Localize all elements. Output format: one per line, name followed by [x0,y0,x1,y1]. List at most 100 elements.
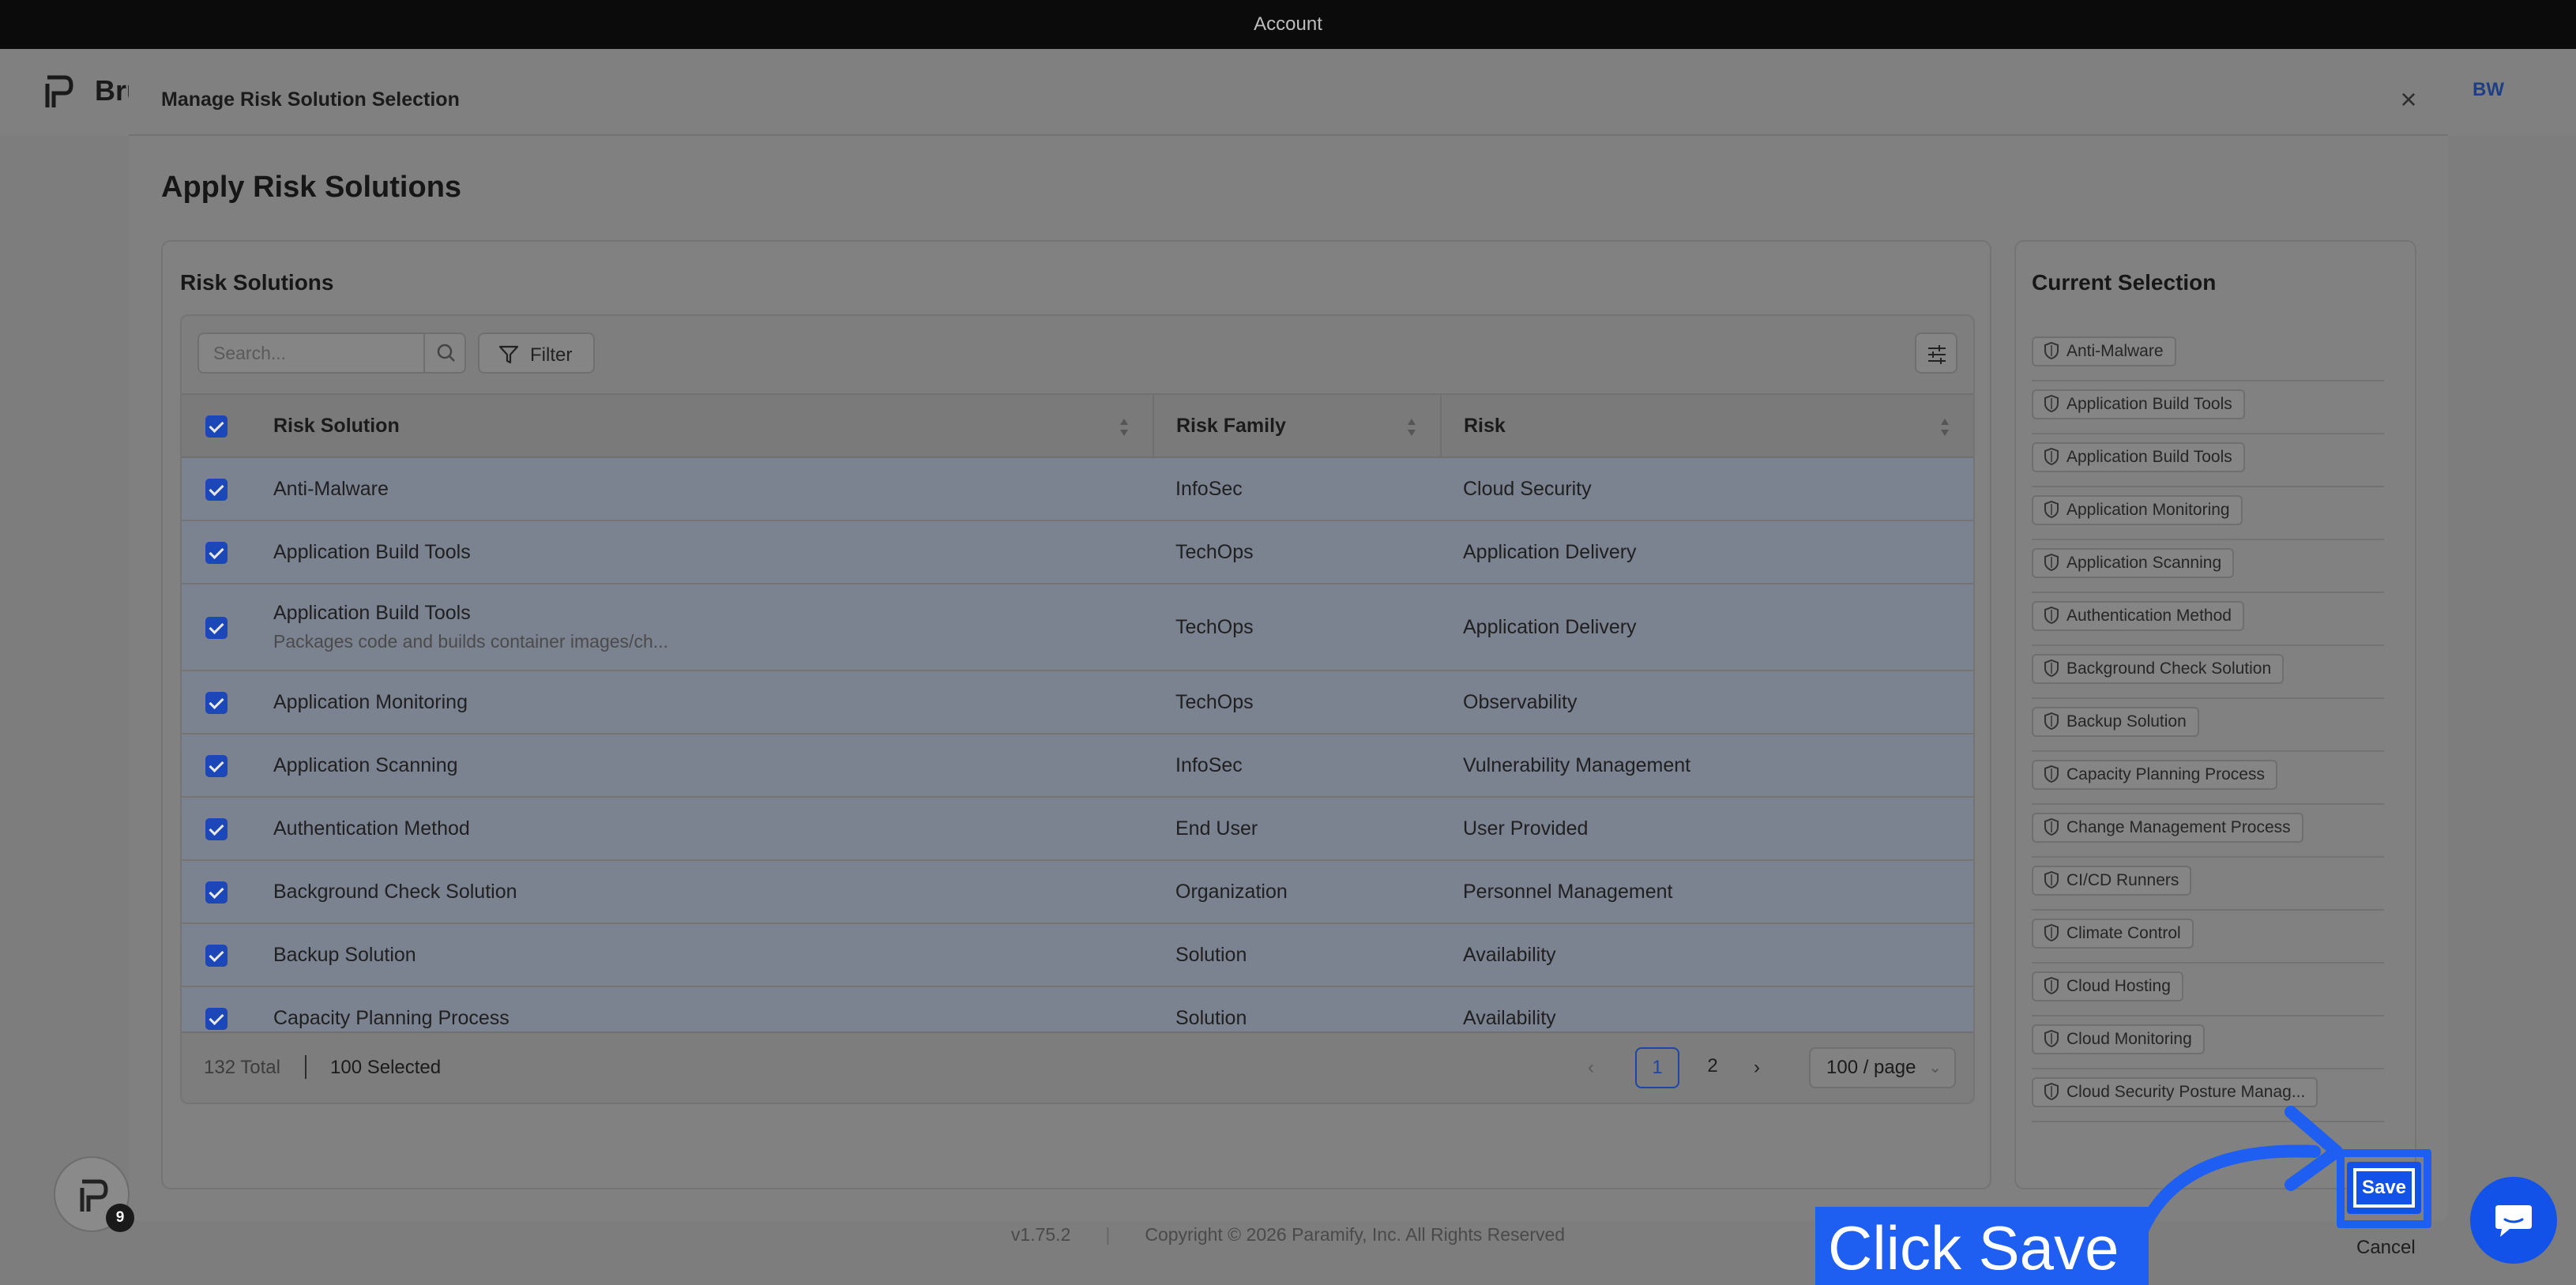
risk-cell: Cloud Security [1441,457,1973,521]
selection-tag-label: Application Build Tools [2066,448,2232,466]
filter-button[interactable]: Filter [478,333,595,374]
chevron-right-icon[interactable]: › [1754,1057,1760,1079]
selection-tag[interactable]: Application Scanning [2032,548,2235,578]
page-size-select[interactable]: 100 / page ⌄ [1809,1047,1956,1088]
selection-item: Application Scanning [2032,540,2384,593]
shield-icon [2044,394,2059,413]
row-checkbox[interactable] [205,881,228,904]
selected-count: 100 Selected [330,1057,442,1078]
selection-tag[interactable]: Background Check Solution [2032,654,2285,684]
selection-tag[interactable]: Application Build Tools [2032,389,2245,419]
table-row[interactable]: Application Build Tools Packages code and… [182,584,1973,671]
column-header-risk-solution[interactable]: Risk Solution [273,394,1153,457]
cancel-button[interactable]: Cancel [2356,1237,2416,1259]
shield-icon [2044,765,2059,783]
table-row[interactable]: Backup Solution Solution Availability [182,923,1973,987]
selection-item: Background Check Solution [2032,646,2384,699]
row-checkbox-cell [182,457,273,521]
selection-tag[interactable]: Capacity Planning Process [2032,760,2277,790]
page-2-button[interactable]: 2 [1690,1047,1735,1088]
table-row[interactable]: Authentication Method End User User Prov… [182,797,1973,861]
row-checkbox[interactable] [205,478,228,501]
selection-tag[interactable]: Cloud Hosting [2032,971,2183,1001]
selection-tag[interactable]: Climate Control [2032,919,2194,949]
row-checkbox[interactable] [205,541,228,564]
chevron-down-icon: ⌄ [1928,1059,1942,1076]
sort-icon[interactable] [1119,417,1129,438]
selection-tag[interactable]: Change Management Process [2032,813,2303,843]
selection-tag[interactable]: Anti-Malware [2032,336,2176,366]
row-checkbox[interactable] [205,754,228,777]
risk-solutions-title: Risk Solutions [180,270,334,295]
selection-tag-label: Anti-Malware [2066,342,2164,360]
paramify-logo-icon[interactable] [41,73,76,111]
select-all-cell [182,394,273,457]
shield-icon [2044,341,2059,360]
sort-icon[interactable] [1940,417,1950,438]
table-row[interactable]: Anti-Malware InfoSec Cloud Security [182,457,1973,521]
footer-divider [305,1055,306,1079]
selection-tag[interactable]: CI/CD Runners [2032,866,2192,896]
row-checkbox[interactable] [205,691,228,714]
close-icon[interactable]: × [2393,84,2424,115]
page-title: Apply Risk Solutions [161,171,462,204]
risk-family-cell: Solution [1153,923,1441,987]
search-button[interactable] [423,334,466,372]
chevron-left-icon[interactable]: ‹ [1588,1057,1594,1079]
shield-icon [2044,976,2059,995]
selection-tag[interactable]: Application Monitoring [2032,495,2243,525]
risk-family-cell: TechOps [1153,520,1441,584]
row-checkbox[interactable] [205,944,228,967]
page-1-button[interactable]: 1 [1635,1047,1679,1088]
search-input[interactable] [199,334,423,372]
app-version: v1.75.2 [1010,1224,1071,1245]
shield-icon [2044,1029,2059,1048]
select-all-checkbox[interactable] [205,415,228,438]
risk-solution-cell: Background Check Solution [273,860,1153,924]
row-checkbox[interactable] [205,616,228,639]
column-header-risk[interactable]: Risk [1440,394,1973,457]
selection-tag-label: Climate Control [2066,924,2181,942]
risk-family-cell: InfoSec [1153,734,1441,798]
user-avatar[interactable]: BW [2473,79,2504,101]
risk-family-cell: TechOps [1153,584,1441,671]
table-toolbar: Filter [182,316,1973,393]
row-checkbox[interactable] [205,817,228,840]
row-checkbox-cell [182,860,273,924]
row-checkbox-cell [182,797,273,861]
risk-solution-cell: Application Scanning [273,734,1153,798]
column-header-risk-family[interactable]: Risk Family [1153,394,1441,457]
selection-item: Application Monitoring [2032,487,2384,540]
selection-tag[interactable]: Cloud Monitoring [2032,1024,2205,1054]
risk-solution-name: Application Build Tools [273,602,471,624]
sort-icon[interactable] [1407,417,1416,438]
risk-cell: User Provided [1441,797,1973,861]
risk-solution-cell: Authentication Method [273,797,1153,861]
table-row[interactable]: Background Check Solution Organization P… [182,860,1973,924]
footer-separator: | [1105,1224,1111,1245]
row-checkbox[interactable] [205,1007,228,1030]
table-row[interactable]: Application Monitoring TechOps Observabi… [182,671,1973,735]
shield-icon [2044,659,2059,678]
table-row[interactable]: Application Build Tools TechOps Applicat… [182,520,1973,584]
shield-icon [2044,606,2059,625]
sliders-icon [1928,345,1946,364]
selection-tag[interactable]: Authentication Method [2032,601,2244,631]
selection-item: Change Management Process [2032,805,2384,858]
table-row[interactable]: Application Scanning InfoSec Vulnerabili… [182,734,1973,798]
selection-tag[interactable]: Backup Solution [2032,707,2199,737]
notification-badge: 9 [106,1204,134,1232]
selection-tag[interactable]: Application Build Tools [2032,442,2245,472]
table-header-row: Risk Solution Risk Family Risk [182,394,1973,457]
selection-tag-label: Cloud Monitoring [2066,1030,2192,1048]
shield-icon [2044,712,2059,731]
chat-button[interactable] [2470,1177,2557,1264]
pointer-arrow-icon [2136,1106,2343,1232]
selection-tag-label: Application Build Tools [2066,395,2232,413]
risk-cell: Application Delivery [1441,584,1973,671]
column-settings-button[interactable] [1915,333,1957,374]
risk-family-cell: Organization [1153,860,1441,924]
current-selection-title: Current Selection [2032,270,2217,295]
risk-family-cell: InfoSec [1153,457,1441,521]
row-checkbox-cell [182,520,273,584]
